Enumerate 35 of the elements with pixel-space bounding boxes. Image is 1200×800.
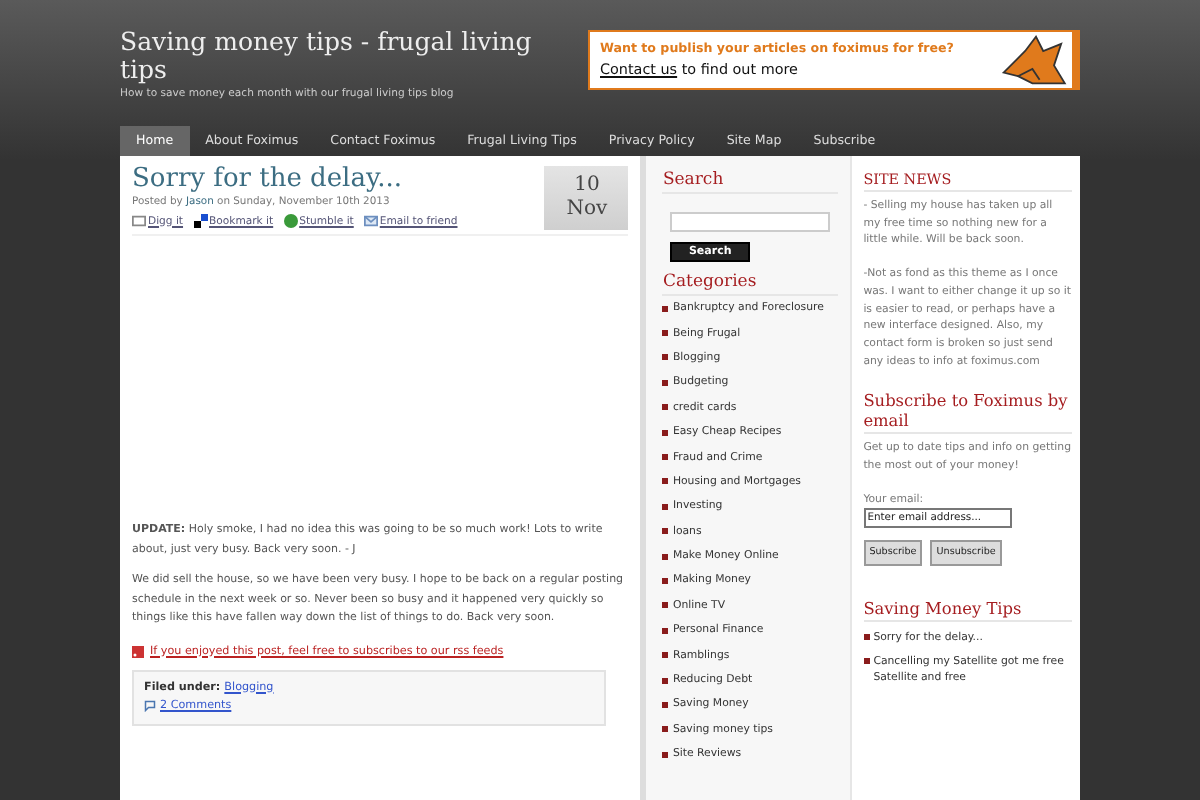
site-title[interactable]: Saving money tips - frugal living tips	[120, 28, 560, 84]
envelope-icon	[363, 214, 378, 228]
bullet-icon	[662, 379, 669, 386]
bullet-icon	[863, 634, 870, 641]
bullet-icon	[662, 627, 669, 634]
bullet-icon	[662, 751, 669, 758]
bullet-icon	[662, 429, 669, 436]
bullet-icon	[662, 305, 669, 312]
bullet-icon	[662, 454, 669, 461]
post-title[interactable]: Sorry for the delay...	[132, 164, 458, 196]
date-day: 10	[574, 174, 600, 198]
stumble-icon	[283, 214, 298, 228]
bullet-icon	[662, 478, 669, 485]
bullet-icon	[662, 330, 669, 337]
widget-title: Saving Money Tips	[863, 598, 1072, 623]
search-field[interactable]	[670, 212, 831, 232]
bullet-icon	[662, 577, 669, 584]
widget-title: Subscribe to Foximus by email	[863, 390, 1072, 435]
bullet-icon	[662, 677, 669, 684]
bullet-icon	[662, 701, 669, 708]
bullet-icon	[662, 354, 669, 361]
comment-icon	[144, 700, 156, 712]
bullet-icon	[662, 528, 669, 535]
rss-icon	[132, 645, 144, 657]
bullet-icon	[863, 658, 870, 665]
bullet-icon	[662, 602, 669, 609]
widget-title: Search	[662, 170, 838, 194]
bullet-icon	[662, 726, 669, 733]
bullet-icon	[662, 652, 669, 659]
date-month: Nov	[566, 198, 608, 222]
bullet-icon	[662, 553, 669, 560]
widget-title: Categories	[662, 272, 838, 296]
squares-icon	[193, 214, 208, 228]
bullet-icon	[662, 404, 669, 411]
bullet-icon	[662, 503, 669, 510]
